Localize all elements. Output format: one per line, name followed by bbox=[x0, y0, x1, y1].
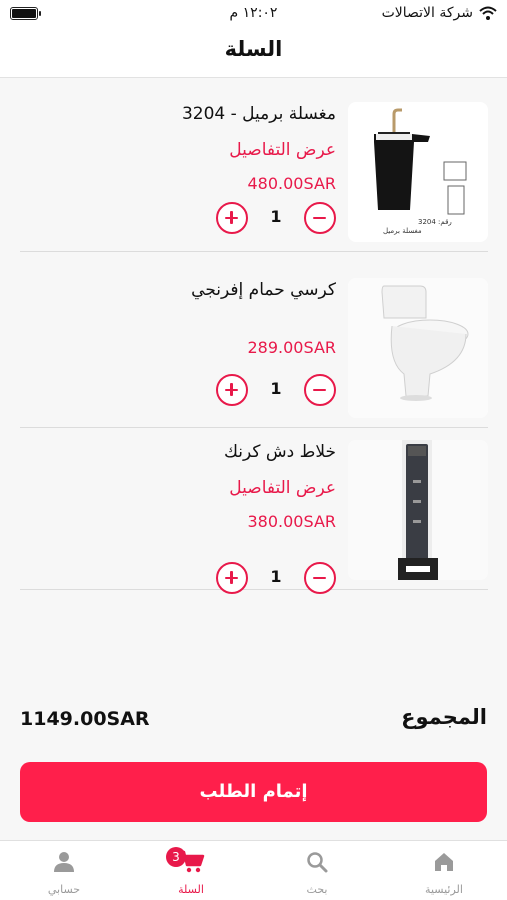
total-row: المجموع 1149.00SAR bbox=[20, 705, 487, 737]
decrease-quantity-button[interactable] bbox=[304, 202, 336, 234]
quantity-stepper: 1 bbox=[216, 202, 336, 234]
battery-icon bbox=[10, 7, 41, 20]
total-value: 1149.00SAR bbox=[20, 708, 150, 730]
status-bar: شركة الاتصالات ١٢:٠٢ م bbox=[0, 0, 507, 28]
status-time: ١٢:٠٢ م bbox=[229, 5, 278, 21]
decrease-quantity-button[interactable] bbox=[304, 562, 336, 594]
product-image-toilet[interactable] bbox=[348, 278, 488, 418]
cart-item: كرسي حمام إفرنجي 289.00SAR 1 bbox=[20, 266, 488, 428]
increase-quantity-button[interactable] bbox=[216, 562, 248, 594]
item-price: 480.00SAR bbox=[247, 174, 337, 193]
quantity-value: 1 bbox=[270, 567, 282, 586]
tab-account[interactable]: حسابي bbox=[1, 841, 127, 900]
item-price: 380.00SAR bbox=[247, 512, 337, 531]
product-image-basin[interactable]: رقم: 3204 مغسلة برميل bbox=[348, 102, 488, 242]
quantity-stepper: 1 bbox=[216, 562, 336, 594]
decrease-quantity-button[interactable] bbox=[304, 374, 336, 406]
cart-item: رقم: 3204 مغسلة برميل مغسلة برميل - 3204… bbox=[20, 90, 488, 252]
minus-icon bbox=[313, 576, 326, 579]
tab-label: السلة bbox=[178, 883, 204, 896]
search-icon bbox=[307, 852, 328, 873]
product-image-shower-panel[interactable] bbox=[348, 440, 488, 580]
increase-quantity-button[interactable] bbox=[216, 202, 248, 234]
quantity-value: 1 bbox=[270, 379, 282, 398]
tab-cart[interactable]: 3 السلة bbox=[128, 841, 254, 900]
quantity-stepper: 1 bbox=[216, 374, 336, 406]
tab-label: حسابي bbox=[47, 883, 81, 896]
view-details-link[interactable]: عرض التفاصيل bbox=[229, 478, 336, 498]
bottom-tab-bar: الرئيسية بحث 3 السلة حسابي bbox=[0, 840, 507, 900]
tab-home[interactable]: الرئيسية bbox=[381, 841, 507, 900]
tab-search[interactable]: بحث bbox=[254, 841, 380, 900]
minus-icon bbox=[313, 216, 326, 219]
tab-label: الرئيسية bbox=[425, 883, 463, 896]
view-details-link[interactable]: عرض التفاصيل bbox=[229, 140, 336, 160]
person-icon bbox=[54, 852, 74, 872]
total-label: المجموع bbox=[401, 705, 487, 729]
tab-label: بحث bbox=[306, 883, 328, 896]
minus-icon bbox=[313, 388, 326, 391]
quantity-value: 1 bbox=[270, 207, 282, 226]
item-price: 289.00SAR bbox=[247, 338, 337, 357]
svg-text:مغسلة برميل: مغسلة برميل bbox=[383, 227, 422, 235]
home-icon bbox=[435, 853, 453, 871]
cart-count-badge: 3 bbox=[166, 847, 186, 867]
increase-quantity-button[interactable] bbox=[216, 374, 248, 406]
header: السلة bbox=[0, 28, 507, 78]
item-name: خلاط دش كرنك bbox=[223, 442, 336, 462]
checkout-button[interactable]: إتمام الطلب bbox=[20, 762, 487, 822]
item-name: مغسلة برميل - 3204 bbox=[181, 104, 336, 124]
cart-item: خلاط دش كرنك عرض التفاصيل 380.00SAR 1 bbox=[20, 428, 488, 594]
svg-text:رقم: 3204: رقم: 3204 bbox=[418, 218, 452, 226]
page-title: السلة bbox=[224, 37, 283, 61]
item-name: كرسي حمام إفرنجي bbox=[191, 280, 336, 300]
